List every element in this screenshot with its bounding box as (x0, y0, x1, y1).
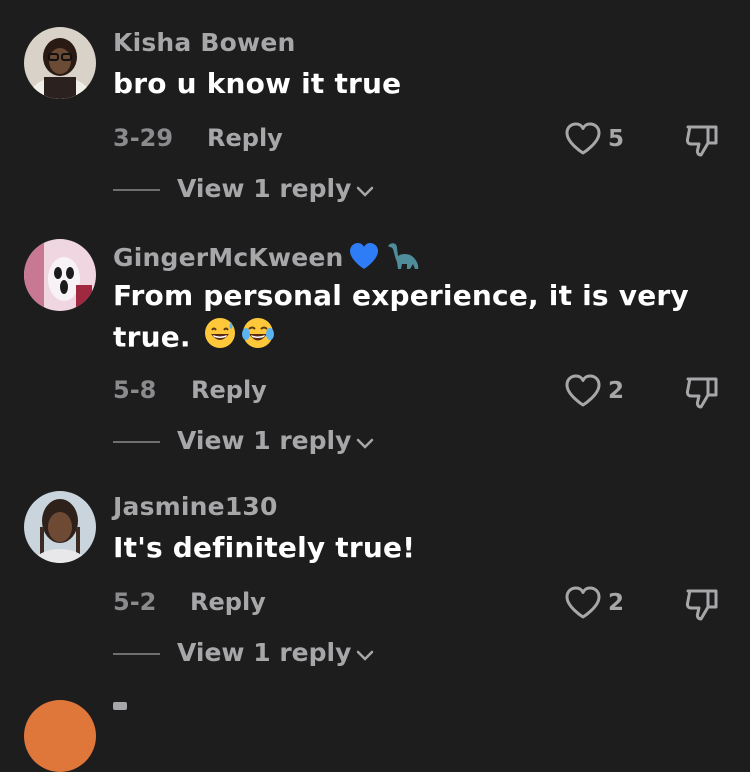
avatar[interactable] (24, 27, 96, 99)
avatar[interactable] (24, 700, 96, 772)
like-count: 2 (608, 378, 625, 404)
comment-date: 5-8 (113, 376, 157, 404)
comment-text-line: From personal experience, it is very (113, 279, 689, 312)
chevron-down-icon (355, 640, 375, 669)
view-replies-button[interactable]: View 1 reply (177, 426, 375, 457)
thread-divider (113, 189, 160, 191)
reply-button[interactable]: Reply (191, 376, 267, 404)
view-replies-button[interactable]: View 1 reply (177, 638, 375, 669)
comment-date: 3-29 (113, 124, 174, 152)
comment-text: bro u know it true (113, 67, 402, 100)
comment-text-word: true. (113, 320, 191, 354)
comment-text: It's definitely true! (113, 531, 416, 564)
chevron-down-icon (355, 428, 375, 457)
username[interactable]: GingerMcKween (113, 240, 420, 278)
heart-icon[interactable] (563, 583, 603, 623)
reply-button[interactable]: Reply (207, 124, 283, 152)
view-replies-label: View 1 reply (177, 426, 352, 455)
like-count: 5 (608, 126, 625, 152)
thread-divider (113, 441, 160, 443)
thread-divider (113, 653, 160, 655)
like-count: 2 (608, 590, 625, 616)
blue-heart-icon (348, 241, 380, 277)
sauropod-icon (386, 240, 420, 278)
chevron-down-icon (355, 176, 375, 205)
comment-text: From personal experience, it is very tru… (113, 276, 713, 361)
username-text: GingerMcKween (113, 243, 344, 272)
grinning-sweat-icon (203, 316, 237, 361)
comment-text-line: true. (113, 316, 713, 361)
thumbs-down-icon[interactable] (682, 583, 722, 623)
comment-date: 5-2 (113, 588, 157, 616)
username[interactable]: Kisha Bowen (113, 28, 295, 57)
username[interactable]: Jasmine130 (113, 492, 278, 521)
avatar[interactable] (24, 491, 96, 563)
thumbs-down-icon[interactable] (682, 119, 722, 159)
view-replies-label: View 1 reply (177, 174, 352, 203)
heart-icon[interactable] (563, 119, 603, 159)
heart-icon[interactable] (563, 371, 603, 411)
view-replies-button[interactable]: View 1 reply (177, 174, 375, 205)
avatar[interactable] (24, 239, 96, 311)
tears-of-joy-icon (241, 316, 275, 361)
reply-button[interactable]: Reply (190, 588, 266, 616)
view-replies-label: View 1 reply (177, 638, 352, 667)
thumbs-down-icon[interactable] (682, 371, 722, 411)
